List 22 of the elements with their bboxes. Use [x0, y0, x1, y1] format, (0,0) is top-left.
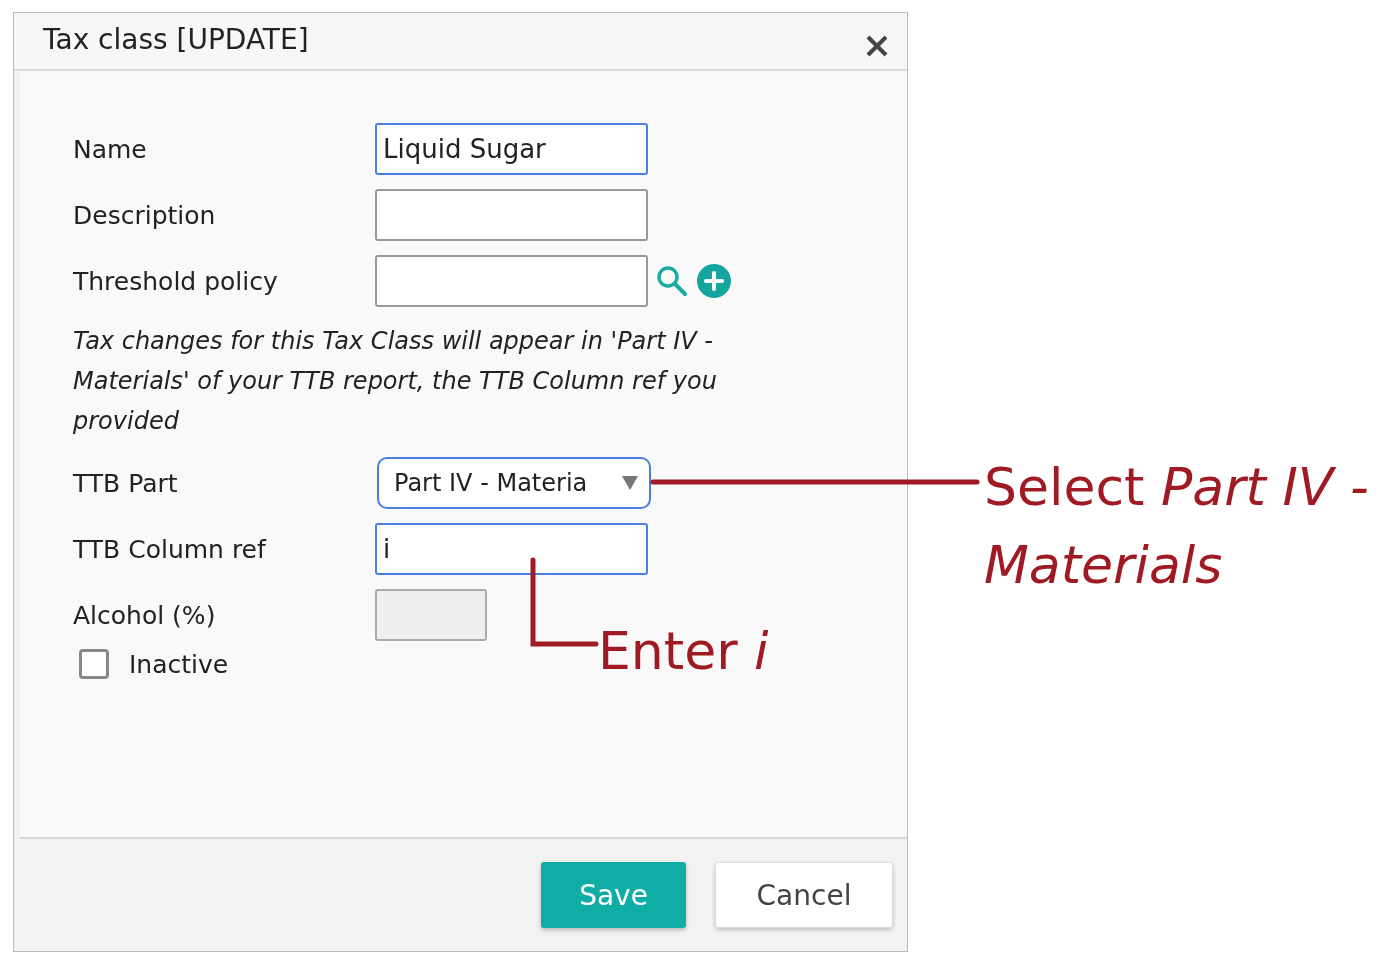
info-note: Tax changes for this Tax Class will appear in 'Part IV - Materials' of your TTB report, the TTB Column ref you provided: [73, 326, 718, 437]
input-field[interactable]: i: [375, 523, 648, 575]
field-label: Description: [73, 200, 217, 230]
caret-icon: [621, 475, 639, 491]
field-label: Alcohol (%): [73, 600, 217, 630]
input-field[interactable]: Liquid Sugar: [375, 123, 648, 175]
dropdown[interactable]: Part IV - Materia: [377, 457, 651, 509]
checkbox[interactable]: [79, 649, 109, 679]
dialog-title: Tax class [UPDATE]: [43, 22, 309, 56]
checkbox-label: Inactive: [129, 649, 229, 679]
search-icon[interactable]: [656, 265, 688, 297]
field-label: Threshold policy: [73, 266, 279, 296]
add-icon[interactable]: [696, 263, 732, 299]
cancel-button[interactable]: Cancel: [715, 862, 893, 928]
input-field[interactable]: [375, 189, 648, 241]
field-label: TTB Column ref: [73, 534, 268, 564]
input-field[interactable]: [375, 255, 648, 307]
close-icon[interactable]: [865, 34, 889, 58]
annotation-text: Select Part IV - Materials: [984, 456, 1370, 597]
annotation-text: Enter i: [598, 620, 769, 683]
field-label: Name: [73, 134, 148, 164]
field-label: TTB Part: [73, 468, 179, 498]
